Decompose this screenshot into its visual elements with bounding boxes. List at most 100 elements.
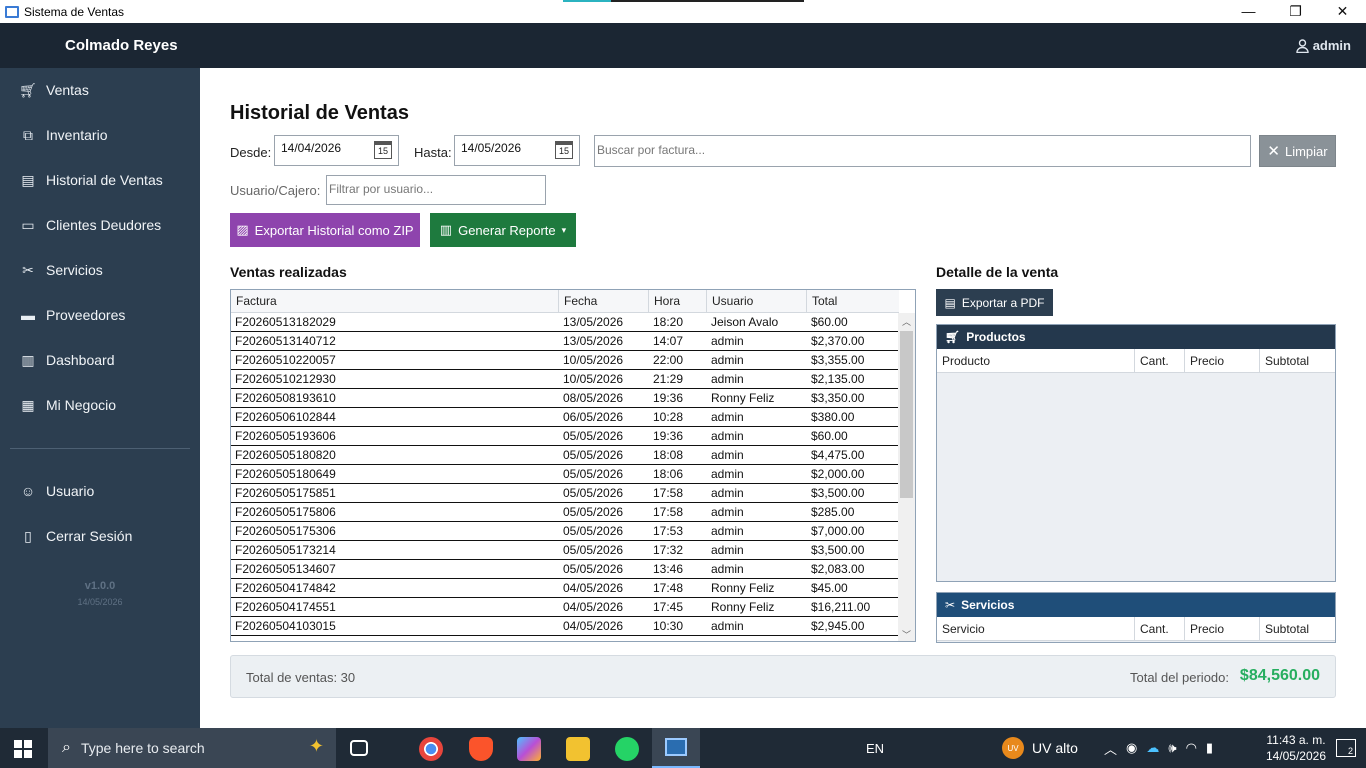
scroll-up-icon[interactable]: ︿: [898, 315, 915, 328]
cell-usuario: admin: [711, 334, 744, 348]
task-view-icon[interactable]: [350, 740, 368, 756]
export-pdf-button[interactable]: ▤ Exportar a PDF: [936, 289, 1053, 316]
table-row[interactable]: F20260505175306 05/05/2026 17:53 admin $7,00…: [231, 522, 899, 541]
sidebar-item-historial[interactable]: ▤ Historial de Ventas: [20, 171, 162, 189]
column-header-cant[interactable]: Cant.: [1135, 617, 1185, 640]
column-header-usuario[interactable]: Usuario: [707, 290, 807, 312]
sidebar-item-usuario[interactable]: ☺ Usuario: [20, 483, 94, 499]
sidebar-item-cerrar-sesion[interactable]: ▯ Cerrar Sesión: [20, 527, 132, 545]
cell-fecha: 05/05/2026: [563, 505, 624, 519]
column-header-producto[interactable]: Producto: [937, 349, 1135, 372]
cell-total: $3,500.00: [811, 543, 865, 557]
cell-total: $285.00: [811, 505, 855, 519]
column-header-fecha[interactable]: Fecha: [559, 290, 649, 312]
table-row[interactable]: F20260504174551 04/05/2026 17:45 Ronny Feli…: [231, 598, 899, 617]
hasta-date-picker[interactable]: 14/05/2026 15: [454, 135, 580, 166]
table-row[interactable]: F20260510220057 10/05/2026 22:00 admin $3,35…: [231, 351, 899, 370]
language-indicator[interactable]: EN: [866, 728, 884, 768]
cell-usuario: Ronny Feliz: [711, 391, 775, 405]
system-tray-icons[interactable]: ︿ ◉ ☁ 🕪︎ ◠ ▮: [1104, 728, 1213, 768]
camera-icon[interactable]: ◉: [1126, 740, 1137, 756]
taskbar-clock[interactable]: 11:43 a. m. 14/05/2026: [1266, 732, 1326, 764]
table-row[interactable]: F20260505180649 05/05/2026 18:06 admin $2,00…: [231, 465, 899, 484]
table-row[interactable]: F20260506102844 06/05/2026 10:28 admin $380.…: [231, 408, 899, 427]
export-zip-button[interactable]: ▨ Exportar Historial como ZIP: [230, 213, 420, 247]
hasta-label: Hasta:: [414, 145, 452, 160]
sidebar-item-servicios[interactable]: ✂ Servicios: [20, 262, 103, 279]
sales-summary-bar: Total de ventas: 30 Total del periodo: $…: [230, 655, 1336, 698]
sidebar-item-mi-negocio[interactable]: ▦ Mi Negocio: [20, 397, 116, 414]
notification-icon[interactable]: 2: [1336, 739, 1356, 757]
windows-start-icon[interactable]: [14, 740, 32, 758]
maximize-button[interactable]: ❐: [1272, 0, 1319, 23]
logout-icon: ▯: [24, 527, 32, 544]
sidebar-item-inventario[interactable]: ⧉ Inventario: [20, 127, 107, 144]
column-header-precio[interactable]: Precio: [1185, 349, 1260, 372]
chrome-icon[interactable]: [419, 737, 443, 761]
taskbar-search-box[interactable]: ⌕ Type here to search ✦: [48, 728, 336, 768]
document-icon: ▤: [944, 295, 956, 310]
table-row[interactable]: F20260513182029 13/05/2026 18:20 Jeison Ava…: [231, 313, 899, 332]
onedrive-cloud-icon[interactable]: ☁: [1146, 740, 1159, 756]
file-explorer-icon[interactable]: [566, 737, 590, 761]
scroll-down-icon[interactable]: ﹀: [898, 628, 915, 641]
productos-panel: 🛒︎ Productos Producto Cant. Precio Subto…: [936, 324, 1336, 582]
cell-total: $2,945.00: [811, 619, 865, 633]
table-row[interactable]: F20260508193610 08/05/2026 19:36 Ronny Feli…: [231, 389, 899, 408]
volume-icon[interactable]: 🕪︎: [1168, 740, 1176, 756]
column-header-precio[interactable]: Precio: [1185, 617, 1260, 640]
whatsapp-icon[interactable]: [615, 737, 639, 761]
m365-icon[interactable]: [517, 737, 541, 761]
column-header-total[interactable]: Total: [807, 290, 899, 312]
cell-fecha: 04/05/2026: [563, 581, 624, 595]
cell-factura: F20260510220057: [235, 353, 336, 367]
sales-table-scrollbar[interactable]: ︿ ﹀: [898, 313, 915, 641]
sidebar-item-proveedores[interactable]: ▬ Proveedores: [20, 307, 125, 323]
column-header-cant[interactable]: Cant.: [1135, 349, 1185, 372]
cell-fecha: 05/05/2026: [563, 524, 624, 538]
minimize-button[interactable]: —: [1225, 0, 1272, 23]
column-header-subtotal[interactable]: Subtotal: [1260, 349, 1335, 372]
table-row[interactable]: F20260505175851 05/05/2026 17:58 admin $3,50…: [231, 484, 899, 503]
chevron-up-icon[interactable]: ︿: [1104, 739, 1117, 758]
table-row[interactable]: F20260510212930 10/05/2026 21:29 admin $2,13…: [231, 370, 899, 389]
calendar-icon[interactable]: 15: [374, 141, 392, 159]
invoice-search-input[interactable]: Buscar por factura...: [594, 135, 1251, 167]
column-header-servicio[interactable]: Servicio: [937, 617, 1135, 640]
column-header-factura[interactable]: Factura: [231, 290, 559, 312]
active-app-tab[interactable]: [652, 728, 700, 768]
table-row[interactable]: F20260513140712 13/05/2026 14:07 admin $2,37…: [231, 332, 899, 351]
desde-date-picker[interactable]: 14/04/2026 15: [274, 135, 399, 166]
weather-widget[interactable]: UV UV alto: [1002, 728, 1078, 768]
clear-button[interactable]: ✕ Limpiar: [1259, 135, 1336, 167]
brave-icon[interactable]: [469, 737, 493, 761]
table-row[interactable]: F20260504103015 04/05/2026 10:30 admin $2,94…: [231, 617, 899, 636]
table-row[interactable]: F20260505173214 05/05/2026 17:32 admin $3,50…: [231, 541, 899, 560]
sidebar-item-clientes-deudores[interactable]: ▭ Clientes Deudores: [20, 217, 161, 234]
sidebar-item-ventas[interactable]: 🛒︎ Ventas: [19, 82, 89, 99]
app-monitor-icon: [5, 5, 19, 18]
window-title: Sistema de Ventas: [24, 4, 125, 19]
scrollbar-thumb[interactable]: [900, 331, 913, 498]
close-button[interactable]: ✕: [1319, 0, 1366, 23]
user-menu[interactable]: admin: [1296, 38, 1351, 53]
cell-factura: F20260505180820: [235, 448, 336, 462]
table-row[interactable]: F20260505193606 05/05/2026 19:36 admin $60.0…: [231, 427, 899, 446]
search-icon: ⌕: [62, 739, 71, 756]
table-row[interactable]: F20260505175806 05/05/2026 17:58 admin $285.…: [231, 503, 899, 522]
table-row[interactable]: F20260504174842 04/05/2026 17:48 Ronny Feli…: [231, 579, 899, 598]
cell-total: $60.00: [811, 429, 848, 443]
cell-total: $3,500.00: [811, 486, 865, 500]
document-icon: ▤: [21, 171, 35, 188]
user-filter-input[interactable]: Filtrar por usuario...: [326, 175, 546, 205]
column-header-hora[interactable]: Hora: [649, 290, 707, 312]
table-row[interactable]: F20260505180820 05/05/2026 18:08 admin $4,47…: [231, 446, 899, 465]
truck-icon: ▬: [21, 307, 35, 323]
sidebar-item-dashboard[interactable]: ▥ Dashboard: [20, 352, 114, 369]
battery-icon[interactable]: ▮: [1206, 740, 1213, 756]
calendar-icon[interactable]: 15: [555, 141, 573, 159]
column-header-subtotal[interactable]: Subtotal: [1260, 617, 1335, 640]
generate-report-button[interactable]: ▥ Generar Reporte ▾: [430, 213, 576, 247]
wifi-icon[interactable]: ◠: [1186, 740, 1197, 756]
table-row[interactable]: F20260505134607 05/05/2026 13:46 admin $2,08…: [231, 560, 899, 579]
